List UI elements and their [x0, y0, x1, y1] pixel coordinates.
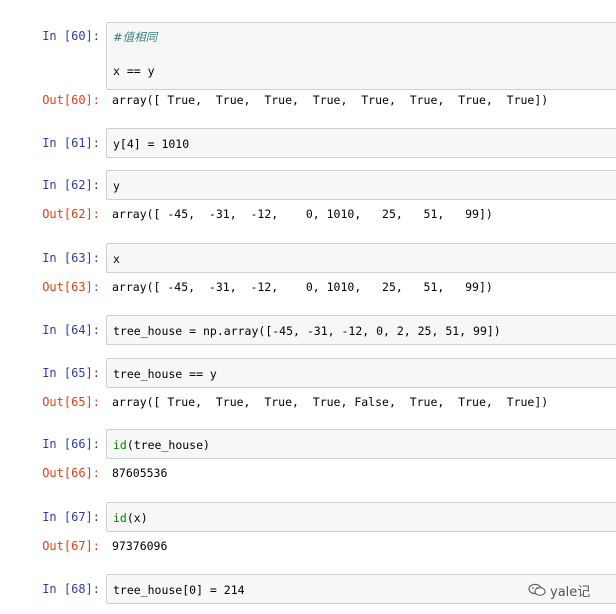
- output-67: Out[67]: 97376096: [0, 538, 616, 556]
- code-args: (x): [126, 511, 148, 525]
- builtin-id: id: [113, 511, 127, 525]
- output-text: array([ -45, -31, -12, 0, 1010, 25, 51, …: [112, 207, 493, 221]
- output-text: 97376096: [112, 539, 168, 553]
- cell-68: In [68]: tree_house[0] = 214: [0, 574, 616, 604]
- in-prompt: In [64]:: [42, 323, 100, 337]
- in-prompt: In [68]:: [42, 582, 100, 596]
- code-line: x: [113, 252, 120, 266]
- cell-66: In [66]: id(tree_house): [0, 429, 616, 459]
- in-prompt: In [66]:: [42, 437, 100, 451]
- output-65: Out[65]: array([ True, True, True, True,…: [0, 394, 616, 412]
- code-input[interactable]: tree_house = np.array([-45, -31, -12, 0,…: [106, 315, 616, 345]
- in-prompt: In [65]:: [42, 366, 100, 380]
- code-input[interactable]: #值相同 x == y: [106, 22, 616, 90]
- out-prompt: Out[62]:: [42, 207, 100, 221]
- code-input[interactable]: tree_house == y: [106, 358, 616, 388]
- code-input[interactable]: y[4] = 1010: [106, 128, 616, 158]
- code-line: id(tree_house): [113, 437, 210, 453]
- out-prompt: Out[63]:: [42, 280, 100, 294]
- code-line: tree_house = np.array([-45, -31, -12, 0,…: [113, 324, 501, 338]
- wechat-icon: [528, 583, 546, 596]
- in-prompt: In [63]:: [42, 251, 100, 265]
- cell-60: In [60]: #值相同 x == y: [0, 22, 616, 90]
- cell-61: In [61]: y[4] = 1010: [0, 128, 616, 158]
- code-input[interactable]: id(tree_house): [106, 429, 616, 459]
- out-prompt: Out[65]:: [42, 395, 100, 409]
- output-text: 87605536: [112, 466, 168, 480]
- code-line: tree_house == y: [113, 367, 217, 381]
- out-prompt: Out[60]:: [42, 93, 100, 107]
- output-63: Out[63]: array([ -45, -31, -12, 0, 1010,…: [0, 279, 616, 297]
- cell-67: In [67]: id(x): [0, 502, 616, 532]
- cell-63: In [63]: x: [0, 243, 616, 273]
- output-text: array([ True, True, True, True, False, T…: [112, 395, 549, 409]
- builtin-id: id: [113, 438, 127, 452]
- code-line: tree_house[0] = 214: [113, 583, 245, 597]
- code-comment: #值相同: [113, 30, 158, 44]
- code-input[interactable]: x: [106, 243, 616, 273]
- output-text: array([ True, True, True, True, True, Tr…: [112, 93, 549, 107]
- code-input[interactable]: id(x): [106, 502, 616, 532]
- in-prompt: In [62]:: [42, 178, 100, 192]
- code-line: id(x): [113, 510, 148, 526]
- output-62: Out[62]: array([ -45, -31, -12, 0, 1010,…: [0, 206, 616, 224]
- code-line: x == y: [113, 64, 155, 78]
- watermark: yale记: [528, 580, 614, 600]
- in-prompt: In [61]:: [42, 136, 100, 150]
- output-text: array([ -45, -31, -12, 0, 1010, 25, 51, …: [112, 280, 493, 294]
- output-60: Out[60]: array([ True, True, True, True,…: [0, 92, 616, 110]
- cell-64: In [64]: tree_house = np.array([-45, -31…: [0, 315, 616, 345]
- code-line: y[4] = 1010: [113, 137, 190, 151]
- code-line: y: [113, 179, 120, 193]
- in-prompt: In [67]:: [42, 510, 100, 524]
- output-66: Out[66]: 87605536: [0, 465, 616, 483]
- watermark-text: yale记: [550, 584, 591, 600]
- out-prompt: Out[66]:: [42, 466, 100, 480]
- in-prompt: In [60]:: [42, 29, 100, 43]
- out-prompt: Out[67]:: [42, 539, 100, 553]
- notebook: In [60]: #值相同 x == y Out[60]: array([ Tr…: [0, 0, 616, 614]
- code-input[interactable]: y: [106, 170, 616, 200]
- cell-62: In [62]: y: [0, 170, 616, 200]
- cell-65: In [65]: tree_house == y: [0, 358, 616, 388]
- code-args: (tree_house): [126, 438, 210, 452]
